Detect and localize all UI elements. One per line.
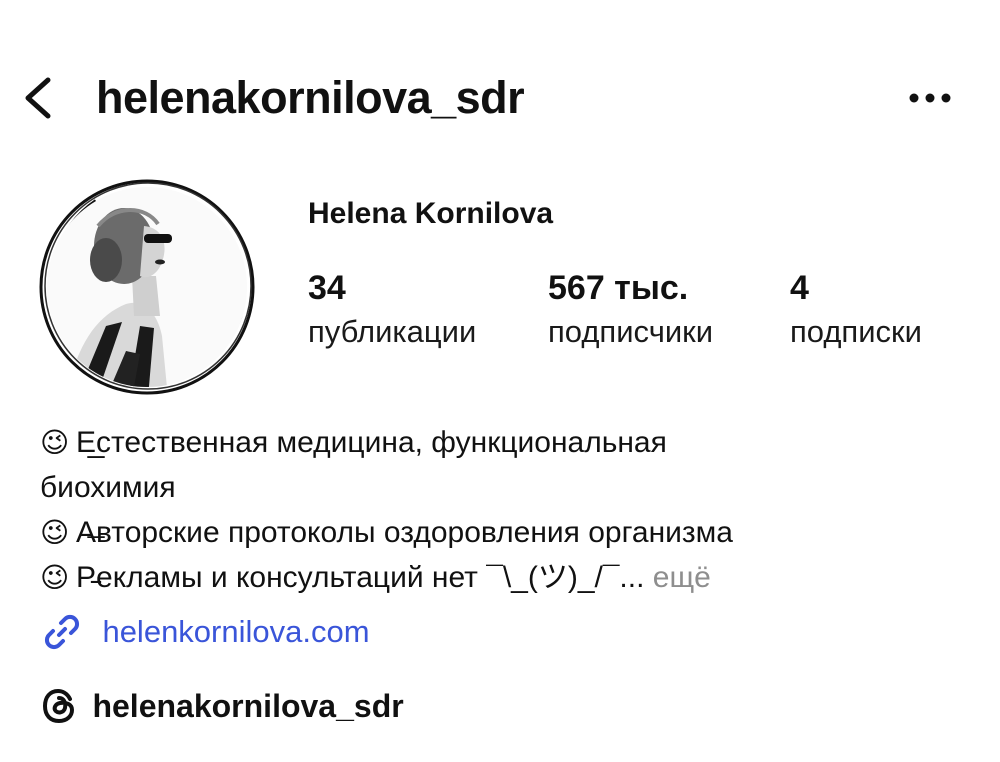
profile-photo bbox=[39, 179, 255, 395]
chevron-left-icon bbox=[25, 77, 51, 119]
stat-followers[interactable]: 567 тыс. подписчики bbox=[548, 266, 713, 354]
stat-posts-count: 34 bbox=[308, 269, 346, 307]
bio-line: биохимия bbox=[40, 465, 970, 510]
page-title: helenakornilova_sdr bbox=[96, 72, 525, 123]
website-link[interactable]: helenkornilova.com bbox=[40, 610, 370, 658]
bio-text: биохимия bbox=[40, 471, 176, 504]
stat-followers-count: 567 тыс. bbox=[548, 269, 689, 307]
bio-line: 😉 Р̵екламы и консультаций нет ¯\_(ツ)_/¯..… bbox=[40, 555, 970, 600]
stat-following[interactable]: 4 подписки bbox=[790, 266, 922, 354]
bio-more-link[interactable]: ещё bbox=[653, 561, 711, 594]
threads-icon bbox=[40, 686, 80, 726]
wink-emoji-icon: 😉 bbox=[40, 517, 70, 548]
threads-username: helenakornilova_sdr bbox=[92, 687, 404, 724]
bio-line: 😉 Е̲стественная медицина, функциональная bbox=[40, 420, 970, 465]
stat-posts[interactable]: 34 публикации bbox=[308, 266, 476, 354]
bio: 😉 Е̲стественная медицина, функциональная … bbox=[40, 420, 970, 600]
stat-followers-label: подписчики bbox=[548, 314, 714, 349]
display-name: Helena Kornilova bbox=[308, 197, 554, 230]
link-icon bbox=[40, 610, 84, 654]
bio-text: А̶вторские протоколы оздоровления органи… bbox=[76, 516, 733, 549]
more-options-button[interactable] bbox=[900, 76, 964, 120]
website-url: helenkornilova.com bbox=[102, 614, 370, 649]
stat-following-count: 4 bbox=[790, 269, 809, 307]
stat-posts-label: публикации bbox=[308, 314, 477, 349]
stat-following-label: подписки bbox=[790, 314, 922, 349]
profile-header: helenakornilova_sdr bbox=[0, 60, 1000, 136]
wink-emoji-icon: 😉 bbox=[40, 427, 70, 458]
back-button[interactable] bbox=[14, 68, 64, 128]
bio-text: Е̲стественная медицина, функциональная bbox=[76, 426, 667, 459]
wink-emoji-icon: 😉 bbox=[40, 562, 70, 593]
avatar[interactable] bbox=[36, 176, 258, 398]
bio-text: Р̵екламы и консультаций нет ¯\_(ツ)_/¯... bbox=[76, 561, 645, 594]
bio-line: 😉 А̶вторские протоколы оздоровления орган… bbox=[40, 510, 970, 555]
threads-link[interactable]: helenakornilova_sdr bbox=[40, 686, 404, 734]
more-horizontal-icon bbox=[909, 93, 951, 103]
